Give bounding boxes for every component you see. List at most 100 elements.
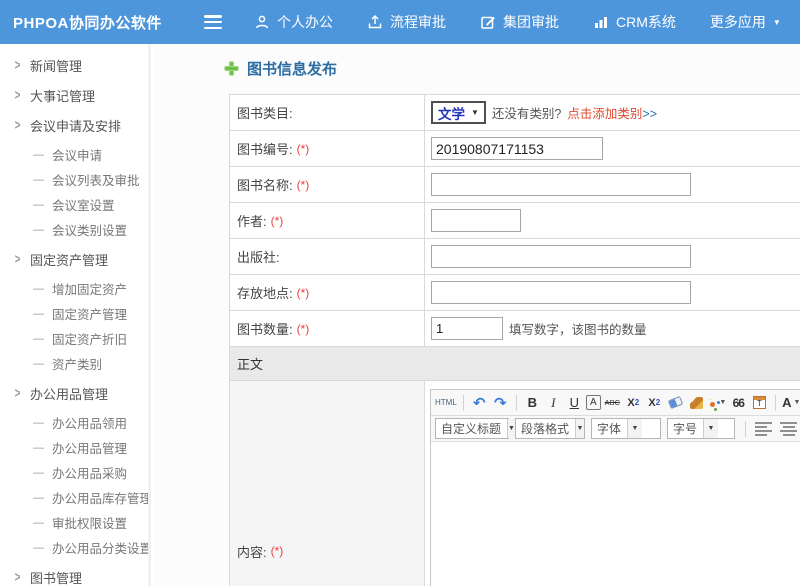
publisher-input[interactable] xyxy=(431,245,691,268)
book-name-input[interactable] xyxy=(431,173,691,196)
quantity-label: 图书数量: (*) xyxy=(230,311,425,346)
add-category-link[interactable]: 点击添加类别>> xyxy=(567,103,657,122)
top-navigation: 个人办公 流程审批 集团审批 xyxy=(254,12,781,32)
sidebar-item-meeting-room[interactable]: — 会议室设置 xyxy=(0,192,148,217)
nav-group-approval[interactable]: 集团审批 xyxy=(480,12,559,32)
user-icon xyxy=(254,14,270,30)
format-brush-button[interactable] xyxy=(687,393,706,413)
sidebar-group-memorabilia[interactable]: > 大事记管理 xyxy=(0,82,148,108)
dash-icon: — xyxy=(33,542,44,554)
sidebar-item-label: 办公用品领用 xyxy=(52,413,127,432)
caret-down-icon: ▼ xyxy=(507,419,515,438)
blockquote-button[interactable]: 66 xyxy=(729,393,748,413)
location-input[interactable] xyxy=(431,281,691,304)
font-family-select[interactable]: 字体 ▼ xyxy=(591,418,661,439)
dash-icon: — xyxy=(33,442,44,454)
sidebar-group-meeting[interactable]: > 会议申请及安排 xyxy=(0,112,148,138)
toolbar-separator xyxy=(745,421,746,437)
required-mark: (*) xyxy=(297,286,310,300)
subscript-button[interactable]: X2 xyxy=(645,393,664,413)
form-row-content: 内容: (*) HTML ↶ ↷ B I U xyxy=(230,381,800,586)
category-select-value: 文学 xyxy=(438,103,465,123)
caret-down-icon: ▼ xyxy=(471,108,479,117)
editor-content[interactable] xyxy=(431,442,800,586)
sidebar-item-asset-depreciation[interactable]: — 固定资产折旧 xyxy=(0,326,148,351)
sidebar-item-meeting-list[interactable]: — 会议列表及审批 xyxy=(0,167,148,192)
page-title-row: 图书信息发布 xyxy=(224,56,800,80)
sidebar-item-supplies-manage[interactable]: — 办公用品管理 xyxy=(0,435,148,460)
sidebar-item-supplies-inventory[interactable]: — 办公用品库存管理 xyxy=(0,485,148,510)
author-label: 作者: (*) xyxy=(230,203,425,238)
editor-toolbar-row-2: 自定义标题 ▼ 段落格式 ▼ 字体 ▼ xyxy=(431,416,800,442)
sidebar-group-books[interactable]: > 图书管理 xyxy=(0,564,148,586)
nav-process-approval[interactable]: 流程审批 xyxy=(367,12,446,32)
font-style-button[interactable]: A xyxy=(586,395,601,410)
add-icon xyxy=(224,61,239,76)
sidebar-item-supplies-category[interactable]: — 办公用品分类设置 xyxy=(0,535,148,560)
sidebar-group-news[interactable]: > 新闻管理 xyxy=(0,52,148,78)
nav-more-apps[interactable]: 更多应用 ▼ xyxy=(710,12,781,32)
undo-button[interactable]: ↶ xyxy=(470,393,489,413)
nav-personal-office[interactable]: 个人办公 xyxy=(254,12,333,32)
redo-button[interactable]: ↷ xyxy=(491,393,510,413)
font-color-button[interactable]: A▼ xyxy=(782,393,800,413)
sidebar-item-approval-permission[interactable]: — 审批权限设置 xyxy=(0,510,148,535)
caret-down-icon: ▼ xyxy=(794,399,800,406)
sidebar-group-office-supplies[interactable]: > 办公用品管理 xyxy=(0,380,148,406)
required-mark: (*) xyxy=(297,142,310,156)
color-sparkle-icon xyxy=(710,402,715,407)
author-input[interactable] xyxy=(431,209,521,232)
paste-template-button[interactable]: T xyxy=(750,393,769,413)
app-logo: PHPOA协同办公软件 xyxy=(0,12,192,33)
sidebar-item-supplies-purchase[interactable]: — 办公用品采购 xyxy=(0,460,148,485)
category-select[interactable]: 文学 ▼ xyxy=(431,101,486,124)
font-size-select[interactable]: 字号 ▼ xyxy=(667,418,735,439)
bold-button[interactable]: B xyxy=(523,393,542,413)
book-no-label: 图书编号: (*) xyxy=(230,131,425,166)
underline-button[interactable]: U xyxy=(565,393,584,413)
dash-icon: — xyxy=(33,283,44,295)
remove-format-button[interactable] xyxy=(666,393,685,413)
superscript-button[interactable]: X2 xyxy=(624,393,643,413)
highlight-color-button[interactable]: ▼ xyxy=(708,393,727,413)
eraser-icon xyxy=(668,396,683,409)
book-no-input[interactable] xyxy=(431,137,603,160)
dash-icon: — xyxy=(33,174,44,186)
main-content: 图书信息发布 图书类目: 文学 ▼ 还没有类别? 点击添加类别>> xyxy=(154,44,800,586)
sidebar-item-label: 办公用品分类设置 xyxy=(52,538,151,557)
italic-button[interactable]: I xyxy=(544,393,563,413)
template-icon: T xyxy=(753,396,766,409)
sidebar-item-label: 会议类别设置 xyxy=(52,220,127,239)
paragraph-format-select[interactable]: 段落格式 ▼ xyxy=(515,418,585,439)
sidebar-item-meeting-apply[interactable]: — 会议申请 xyxy=(0,142,148,167)
nav-label: 集团审批 xyxy=(503,12,559,32)
sidebar-item-supplies-claim[interactable]: — 办公用品领用 xyxy=(0,410,148,435)
toolbar-separator xyxy=(775,395,776,411)
content-label: 内容: (*) xyxy=(230,381,425,586)
menu-toggle-icon[interactable] xyxy=(204,15,224,29)
caret-down-icon: ▼ xyxy=(773,18,781,27)
html-source-button[interactable]: HTML xyxy=(435,393,457,413)
form-row-category: 图书类目: 文学 ▼ 还没有类别? 点击添加类别>> xyxy=(230,95,800,131)
quantity-input[interactable] xyxy=(431,317,503,340)
sidebar-item-meeting-category[interactable]: — 会议类别设置 xyxy=(0,217,148,242)
sidebar-item-label: 固定资产折旧 xyxy=(52,329,127,348)
sidebar-item-asset-manage[interactable]: — 固定资产管理 xyxy=(0,301,148,326)
toolbar-separator xyxy=(463,395,464,411)
sidebar-group-fixed-assets[interactable]: > 固定资产管理 xyxy=(0,246,148,272)
sidebar: > 新闻管理 > 大事记管理 > 会议申请及安排 — 会议申请 — 会议列表及审… xyxy=(0,44,151,586)
sidebar-item-label: 增加固定资产 xyxy=(52,279,127,298)
dash-icon: — xyxy=(33,333,44,345)
dash-icon: — xyxy=(33,467,44,479)
sidebar-item-asset-category[interactable]: — 资产类别 xyxy=(0,351,148,376)
custom-title-select[interactable]: 自定义标题 ▼ xyxy=(435,418,509,439)
align-left-icon[interactable] xyxy=(755,422,772,436)
caret-down-icon: ▼ xyxy=(627,419,642,438)
sidebar-item-add-asset[interactable]: — 增加固定资产 xyxy=(0,276,148,301)
nav-crm-system[interactable]: CRM系统 xyxy=(593,12,676,32)
dash-icon: — xyxy=(33,224,44,236)
align-center-icon[interactable] xyxy=(780,422,797,436)
strikethrough-button[interactable]: ABC xyxy=(603,393,622,413)
caret-down-icon: ▼ xyxy=(719,399,726,406)
dash-icon: — xyxy=(33,149,44,161)
